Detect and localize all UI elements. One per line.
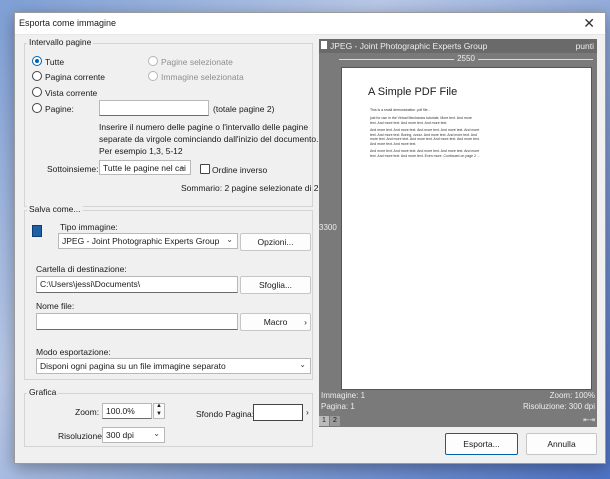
page-range-title: Intervallo pagine bbox=[27, 37, 94, 47]
image-status: Immagine: 1 bbox=[321, 391, 366, 400]
total-pages-label: (totale pagine 2) bbox=[213, 104, 275, 114]
browse-button[interactable]: Sfoglia... bbox=[240, 276, 311, 294]
radio-pages-label: Pagine: bbox=[45, 104, 74, 114]
window-title: Esporta come immagine bbox=[19, 18, 117, 28]
doc-title: A Simple PDF File bbox=[368, 86, 458, 98]
resolution-status: Risoluzione: 300 dpi bbox=[522, 402, 595, 411]
chevron-down-icon: ⌄ bbox=[226, 235, 233, 244]
options-button[interactable]: Opzioni... bbox=[240, 233, 311, 251]
reverse-order-checkbox[interactable] bbox=[200, 164, 210, 174]
radio-all[interactable] bbox=[32, 56, 42, 66]
graphics-title: Grafica bbox=[27, 387, 59, 397]
subset-label: Sottoinsieme: bbox=[47, 164, 99, 174]
pages-help-line1: Inserire il numero delle pagine o l'inte… bbox=[99, 122, 309, 132]
preview-header: JPEG - Joint Photographic Experts Group … bbox=[319, 39, 597, 53]
subset-select[interactable]: Tutte le pagine nel cai ⌄ bbox=[99, 160, 191, 175]
title-bar: Esporta come immagine ✕ bbox=[15, 13, 605, 35]
zoom-status: Zoom: 100% bbox=[549, 391, 595, 400]
chevron-down-icon: ⌄ bbox=[179, 162, 186, 171]
zoom-label: Zoom: bbox=[75, 407, 100, 417]
background-label: Sfondo Pagina: bbox=[196, 409, 255, 419]
scroll-arrows-icon[interactable]: ⇤⇥ bbox=[583, 416, 595, 424]
radio-pages[interactable] bbox=[32, 103, 42, 113]
stepper-up-icon[interactable]: ▲ bbox=[156, 403, 162, 409]
filename-label: Nome file: bbox=[36, 301, 75, 311]
image-type-value: JPEG - Joint Photographic Experts Group bbox=[62, 236, 220, 246]
page-preview: A Simple PDF File This is a small demons… bbox=[341, 67, 592, 390]
macro-button[interactable]: Macro › bbox=[240, 313, 311, 331]
radio-selected-image-label: Immagine selezionata bbox=[161, 72, 244, 82]
export-mode-select[interactable]: Disponi ogni pagina su un file immagine … bbox=[36, 358, 311, 374]
page-tab[interactable]: 1 bbox=[319, 416, 329, 426]
export-button[interactable]: Esporta... bbox=[445, 433, 518, 455]
background-color-swatch[interactable] bbox=[253, 404, 303, 421]
pages-input[interactable] bbox=[99, 100, 209, 116]
save-as-title: Salva come... bbox=[27, 204, 83, 214]
preview-format: JPEG - Joint Photographic Experts Group bbox=[330, 41, 488, 51]
cancel-button[interactable]: Annulla bbox=[526, 433, 597, 455]
export-image-dialog: Esporta come immagine ✕ Intervallo pagin… bbox=[14, 12, 606, 464]
export-mode-value: Disponi ogni pagina su un file immagine … bbox=[40, 361, 226, 371]
resolution-select[interactable]: 300 dpi ⌄ bbox=[102, 427, 165, 443]
radio-current-page[interactable] bbox=[32, 71, 42, 81]
radio-selected-pages-label: Pagine selezionate bbox=[161, 57, 233, 67]
page-status: Pagina: 1 bbox=[321, 402, 355, 411]
resolution-value: 300 dpi bbox=[106, 430, 134, 440]
radio-selected-image[interactable] bbox=[148, 71, 158, 81]
radio-current-page-label: Pagina corrente bbox=[45, 72, 106, 82]
preview-status: Immagine: 1 Pagina: 1 Zoom: 100% Risoluz… bbox=[319, 391, 597, 427]
dest-folder-input[interactable]: C:\Users\jessi\Documents\ bbox=[36, 276, 238, 293]
export-mode-label: Modo esportazione: bbox=[36, 347, 111, 357]
radio-current-view[interactable] bbox=[32, 87, 42, 97]
chevron-right-icon[interactable]: › bbox=[306, 407, 309, 417]
radio-current-view-label: Vista corrente bbox=[45, 88, 98, 98]
preview-panel: JPEG - Joint Photographic Experts Group … bbox=[319, 39, 597, 427]
doc-line: This is a small demonstration .pdf file … bbox=[370, 108, 430, 112]
reverse-order-label: Ordine inverso bbox=[212, 165, 268, 175]
selection-summary: Sommario: 2 pagine selezionate di 2 bbox=[181, 183, 319, 193]
chevron-down-icon: ⌄ bbox=[153, 429, 160, 438]
filename-input[interactable] bbox=[36, 313, 238, 330]
chevron-down-icon: ⌄ bbox=[299, 360, 306, 369]
width-ruler: 2550 bbox=[337, 54, 595, 64]
zoom-input[interactable]: 100.0% bbox=[102, 403, 152, 419]
radio-selected-pages[interactable] bbox=[148, 56, 158, 66]
macro-button-label: Macro bbox=[263, 317, 288, 327]
dest-folder-label: Cartella di destinazione: bbox=[36, 264, 127, 274]
stepper-down-icon[interactable]: ▼ bbox=[156, 411, 162, 417]
zoom-stepper[interactable]: ▲ ▼ bbox=[153, 403, 165, 419]
pages-help-line3: Per esempio 1,3, 5-12 bbox=[99, 146, 183, 156]
doc-line: text. And more text. And more text. And … bbox=[370, 120, 448, 125]
close-icon[interactable]: ✕ bbox=[583, 15, 595, 32]
image-type-label: Tipo immagine: bbox=[60, 222, 118, 232]
radio-all-label: Tutte bbox=[45, 57, 65, 67]
doc-line: text. And more text. And more text. Even… bbox=[370, 153, 480, 158]
chevron-right-icon: › bbox=[304, 317, 307, 327]
image-type-select[interactable]: JPEG - Joint Photographic Experts Group … bbox=[58, 233, 238, 249]
resolution-label: Risoluzione: bbox=[58, 431, 105, 441]
doc-line: And more text. And more text. bbox=[370, 141, 417, 146]
page-tab[interactable]: 2 bbox=[330, 416, 340, 426]
subset-value: Tutte le pagine nel cai bbox=[103, 163, 186, 173]
file-icon bbox=[321, 41, 327, 49]
height-value: 3300 bbox=[319, 223, 337, 232]
preview-units: punti bbox=[575, 41, 594, 51]
width-value: 2550 bbox=[454, 54, 478, 63]
image-file-icon bbox=[32, 225, 42, 237]
pages-help-line2: separate da virgole cominciando dall'ini… bbox=[99, 134, 319, 144]
